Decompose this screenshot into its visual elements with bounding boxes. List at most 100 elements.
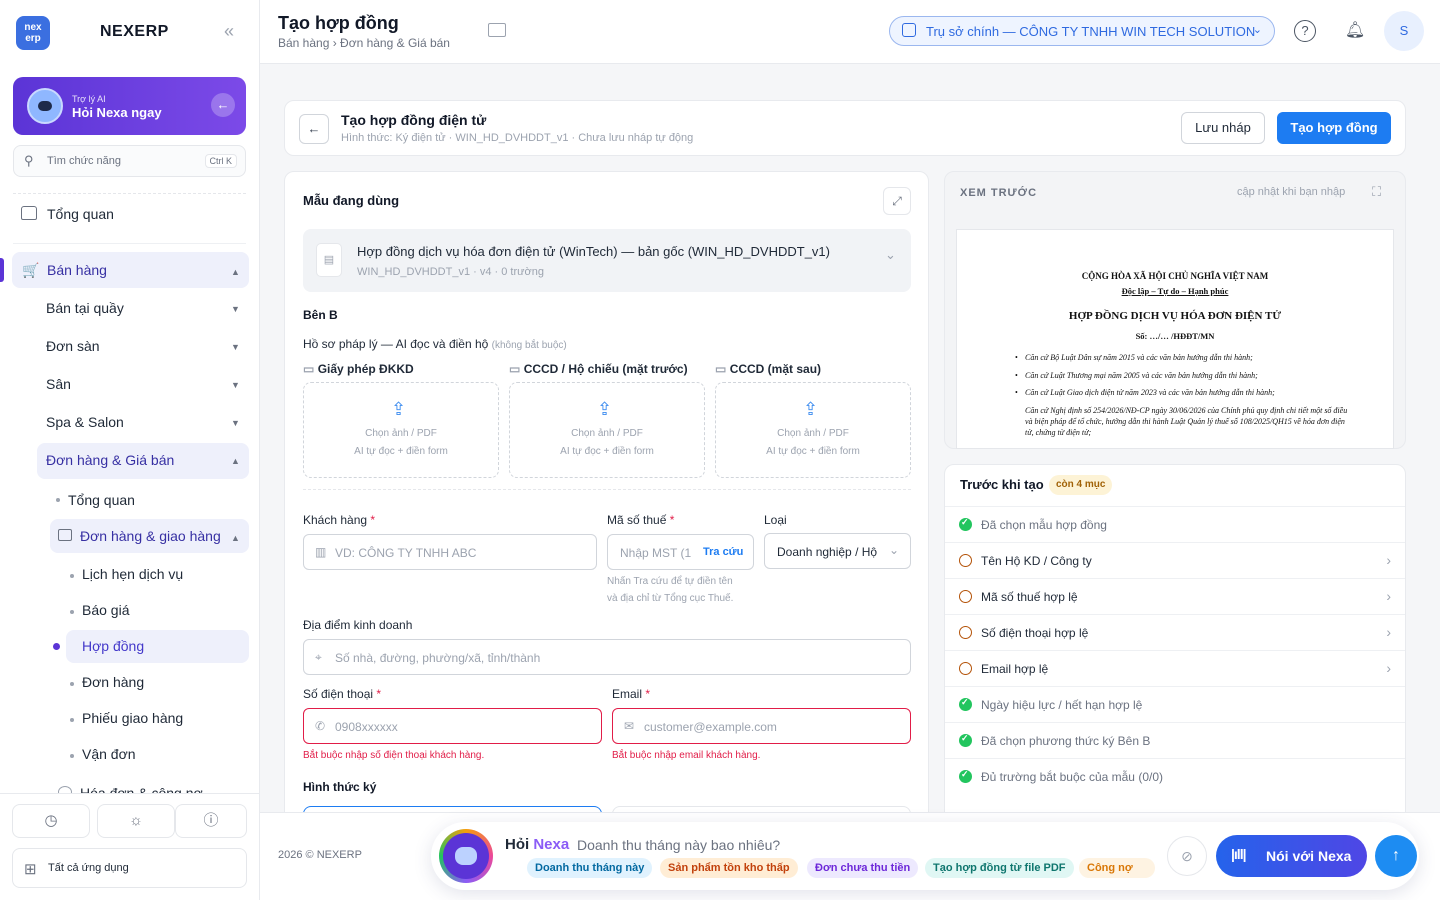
template-selector[interactable]: ▤ Hợp đồng dịch vụ hóa đơn điện tử (WinT… [303, 229, 911, 292]
nexerp-logo[interactable]: nex erp [16, 16, 50, 50]
suggestion-chip[interactable]: Tạo hợp đồng từ file PDF [925, 858, 1074, 878]
notification-button[interactable]: 🔔︎ [1336, 12, 1374, 50]
tax-label: Mã số thuế * [607, 513, 675, 527]
attach-icon[interactable]: ⊘ [1167, 836, 1207, 876]
checklist-title: Trước khi tạo [960, 477, 1044, 492]
home-icon [21, 206, 37, 220]
upload-line1: Chọn ảnh / PDF [777, 428, 849, 439]
sidebar-search-input[interactable]: ⚲ Tìm chức năng Ctrl K [13, 145, 246, 177]
search-shortcut: Ctrl K [204, 154, 237, 168]
upload-business-license[interactable]: ⇪ Chọn ảnh / PDF AI tự đọc + điền form [303, 382, 499, 478]
checklist-item-text: Đã chọn mẫu hợp đồng [981, 518, 1107, 532]
suggestion-chip[interactable]: Đơn chưa thu tiền [807, 858, 919, 878]
upload-line2: AI tự đọc + điền form [354, 446, 448, 457]
nexa-avatar[interactable] [439, 829, 493, 883]
phone-input[interactable]: ✆ 0908xxxxxx [303, 708, 602, 744]
history-button[interactable]: ◷ [12, 804, 90, 838]
help-button[interactable]: ? [1286, 12, 1324, 50]
checklist-remaining-badge: còn 4 mục [1049, 475, 1113, 495]
legal-docs-title: Hồ sơ pháp lý — AI đọc và điền hộ (không… [303, 337, 567, 351]
checklist-item[interactable]: Số điện thoại hợp lệ › [945, 614, 1405, 650]
checklist-item-text: Mã số thuế hợp lệ [981, 590, 1078, 604]
collapse-sidebar-icon[interactable]: « [224, 21, 234, 42]
send-button[interactable]: ↑ [1375, 835, 1417, 877]
phone-placeholder: 0908xxxxxx [335, 720, 398, 734]
upload-id-back[interactable]: ⇪ Chọn ảnh / PDF AI tự đọc + điền form [715, 382, 911, 478]
checklist-item: Đủ trường bắt buộc của mẫu (0/0) [945, 758, 1405, 793]
chevron-up-icon[interactable]: ▲ [231, 267, 240, 277]
top-header: Tạo hợp đồng Bán hàng › Đơn hàng & Giá b… [260, 0, 1440, 64]
sidebar-leaf-quotes[interactable]: Báo giá [82, 602, 129, 618]
sidebar-subitem-overview[interactable]: Tổng quan [68, 492, 135, 508]
sidebar-item-overview[interactable]: Tổng quan [47, 206, 114, 222]
upload-id-front[interactable]: ⇪ Chọn ảnh / PDF AI tự đọc + điền form [509, 382, 705, 478]
contract-preview-document: CỘNG HÒA XÃ HỘI CHỦ NGHĨA VIỆT NAM Độc l… [957, 230, 1393, 448]
suggestion-chip[interactable]: Doanh thu tháng này [527, 858, 653, 878]
theme-button[interactable]: ☼ [97, 804, 175, 838]
checklist-item[interactable]: Mã số thuế hợp lệ › [945, 578, 1405, 614]
preview-hint: cập nhật khi bạn nhập [1237, 186, 1346, 198]
customer-input[interactable]: ▥ VD: CÔNG TY TNHH ABC [303, 534, 597, 570]
sidebar-item-orders-pricing[interactable]: Đơn hàng & Giá bán [46, 452, 174, 468]
checklist-item: Đã chọn phương thức ký Bên B [945, 722, 1405, 758]
email-error: Bắt buộc nhập email khách hàng. [612, 750, 761, 761]
alert-button[interactable]: ⓘ [175, 804, 247, 838]
email-input[interactable]: ✉ customer@example.com [612, 708, 911, 744]
fullscreen-icon[interactable]: ⛶ [1372, 184, 1381, 200]
chevron-right-icon: › [1386, 660, 1391, 676]
create-contract-button[interactable]: Tạo hợp đồng [1277, 112, 1391, 144]
checklist-item[interactable]: Tên Hộ KD / Công ty › [945, 542, 1405, 578]
address-input[interactable]: ⌖ Số nhà, đường, phường/xã, tỉnh/thành [303, 639, 911, 675]
checklist-item[interactable]: Email hợp lệ › [945, 650, 1405, 686]
checklist-item-text: Email hợp lệ [981, 662, 1049, 676]
arrow-left-icon[interactable]: ← [211, 93, 235, 117]
tax-code-input[interactable]: Nhập MST (1 Tra cứu [607, 534, 754, 570]
save-draft-button[interactable]: Lưu nháp [1181, 112, 1265, 144]
building-icon: ▥ [315, 545, 327, 559]
chevron-down-icon[interactable]: ▼ [231, 380, 240, 390]
active-dot [53, 643, 60, 650]
tax-lookup-button[interactable]: Tra cứu [703, 546, 743, 558]
user-avatar[interactable]: S [1384, 11, 1424, 51]
ask-nexa-card[interactable]: Trợ lý AI Hỏi Nexa ngay ← [13, 77, 246, 135]
upload-line2: AI tự đọc + điền form [560, 446, 654, 457]
upload-label-id-front: ▭ CCCD / Hộ chiếu (mặt trước) [509, 362, 688, 376]
back-button[interactable]: ← [299, 114, 329, 144]
check-circle-icon [959, 733, 972, 747]
active-indicator [0, 258, 4, 282]
sidebar-item-court[interactable]: Sân [46, 376, 71, 392]
sidebar-leaf-contracts[interactable]: Hợp đồng [82, 638, 144, 654]
building-icon [902, 23, 916, 37]
chevron-down-icon: ⌄ [885, 247, 896, 262]
chevron-up-icon[interactable]: ▲ [231, 533, 240, 543]
sidebar-subgroup-orders-delivery[interactable]: Đơn hàng & giao hàng [80, 528, 221, 544]
ask-question-input[interactable]: Doanh thu tháng này bao nhiêu? [577, 837, 780, 853]
pending-circle-icon [959, 590, 972, 603]
all-apps-button[interactable]: ⊞ Tất cả ứng dụng [12, 848, 247, 888]
folder-icon[interactable] [488, 23, 506, 37]
suggestion-chip[interactable]: Công nợ quá hạn [1079, 858, 1155, 878]
chevron-down-icon[interactable]: ▼ [231, 418, 240, 428]
sidebar-item-marketplace[interactable]: Đơn sàn [46, 338, 100, 354]
suggestion-chips: Doanh thu tháng này Sản phẩm tồn kho thấ… [505, 856, 1155, 880]
sidebar-item-sales[interactable]: Bán hàng [47, 262, 107, 278]
chevron-down-icon[interactable]: ▼ [231, 304, 240, 314]
type-select[interactable]: Doanh nghiệp / Hộ ⌄ [764, 533, 911, 569]
sidebar-leaf-appointments[interactable]: Lịch hẹn dịch vụ [82, 566, 183, 582]
cloud-upload-icon: ⇪ [597, 399, 613, 419]
expand-icon[interactable]: ⤢ [883, 187, 911, 215]
phone-label-text: Số điện thoại [303, 687, 374, 701]
suggestion-chip[interactable]: Sản phẩm tồn kho thấp [660, 858, 798, 878]
checklist-item-text: Số điện thoại hợp lệ [981, 626, 1089, 640]
breadcrumb[interactable]: Bán hàng › Đơn hàng & Giá bán [278, 36, 450, 50]
sidebar-item-pos[interactable]: Bán tại quầy [46, 300, 124, 316]
chevron-down-icon[interactable]: ▼ [231, 342, 240, 352]
sidebar-leaf-delivery-notes[interactable]: Phiếu giao hàng [82, 710, 183, 726]
chevron-up-icon[interactable]: ▲ [231, 456, 240, 466]
sidebar-item-spa[interactable]: Spa & Salon [46, 414, 124, 430]
sidebar-leaf-orders[interactable]: Đơn hàng [82, 674, 144, 690]
robot-icon [443, 833, 489, 879]
sidebar-leaf-waybills[interactable]: Vận đơn [82, 746, 136, 762]
talk-with-nexa-button[interactable]: |ıll| Nói với Nexa [1216, 835, 1367, 877]
branch-selector[interactable]: Trụ sở chính — CÔNG TY TNHH WIN TECH SOL… [889, 16, 1275, 46]
